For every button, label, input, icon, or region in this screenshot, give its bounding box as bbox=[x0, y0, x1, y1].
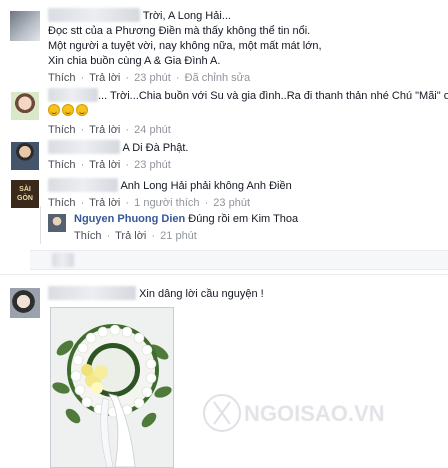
comment-text: Xin dâng lời cầu nguyện ! bbox=[139, 288, 264, 300]
timestamp[interactable]: 21 phút bbox=[160, 230, 197, 242]
reply-link[interactable]: Trả lời bbox=[115, 230, 146, 242]
divider bbox=[0, 274, 448, 275]
reply-link[interactable]: Trả lời bbox=[89, 124, 120, 136]
blurred-commenter-name[interactable] bbox=[48, 178, 118, 192]
comment-text: Trời...Chia buồn với Su và gia đình..Ra … bbox=[110, 90, 448, 102]
avatar[interactable] bbox=[10, 288, 40, 318]
comment-line: Đọc stt của a Phương Điền mà thấy không … bbox=[48, 25, 311, 37]
comment-actions: Thích · Trả lời · 23 phút bbox=[48, 159, 171, 171]
blurred-commenter-name[interactable] bbox=[48, 88, 98, 102]
avatar[interactable] bbox=[11, 92, 39, 120]
comment-actions: Thích · Trả lời · 21 phút bbox=[74, 230, 197, 242]
like-link[interactable]: Thích bbox=[48, 72, 76, 84]
reply-composer[interactable] bbox=[30, 250, 448, 270]
blurred-commenter-name[interactable] bbox=[48, 8, 140, 22]
comment-actions: Thích · Trả lời · 24 phút bbox=[48, 124, 171, 136]
ngoisao-watermark-logo: NGOISAO.VN bbox=[203, 394, 385, 432]
reply-link[interactable]: Trả lời bbox=[89, 197, 120, 209]
comment-line: Trời, A Long Hải... bbox=[142, 10, 231, 22]
avatar[interactable] bbox=[48, 214, 66, 232]
comment-text: Anh Long Hải phải không Anh Điền bbox=[120, 180, 292, 192]
wreath-image bbox=[51, 308, 173, 467]
laughing-emoji-icon bbox=[48, 104, 60, 116]
avatar-text: SÀI GÒN bbox=[17, 186, 33, 202]
emoji-row bbox=[48, 104, 440, 119]
comment-1: Trời, A Long Hải... Đọc stt của a Phương… bbox=[0, 8, 448, 92]
blurred-commenter-name[interactable] bbox=[48, 286, 136, 300]
watermark-text: NGOISAO.VN bbox=[244, 401, 385, 426]
like-count[interactable]: 1 người thích bbox=[134, 197, 199, 209]
like-link[interactable]: Thích bbox=[74, 230, 102, 242]
edited-label[interactable]: Đã chỉnh sửa bbox=[185, 72, 250, 84]
comment-3: A Di Đà Phật. Thích · Trả lời · 23 phút bbox=[0, 140, 448, 176]
like-link[interactable]: Thích bbox=[48, 159, 76, 171]
blurred-commenter-name[interactable] bbox=[48, 140, 120, 154]
comment-actions: Thích · Trả lời · 1 người thích · 23 phú… bbox=[48, 197, 250, 209]
reply-link[interactable]: Trả lời bbox=[89, 72, 120, 84]
like-link[interactable]: Thích bbox=[48, 124, 76, 136]
blurred-composer-avatar bbox=[52, 253, 74, 267]
timestamp[interactable]: 23 phút bbox=[134, 72, 171, 84]
comment-actions: Thích · Trả lời · 23 phút · Đã chỉnh sửa bbox=[48, 72, 251, 84]
funeral-wreath-photo[interactable] bbox=[50, 307, 174, 468]
comment-2: ... Trời...Chia buồn với Su và gia đình.… bbox=[0, 88, 448, 138]
reply-link[interactable]: Trả lời bbox=[89, 159, 120, 171]
timestamp[interactable]: 23 phút bbox=[213, 197, 250, 209]
laughing-emoji-icon bbox=[62, 104, 74, 116]
reply-comment: Nguyen Phuong Dien Đúng rồi em Kim Thoa … bbox=[0, 212, 448, 242]
commenter-name[interactable]: Nguyen Phuong Dien bbox=[74, 213, 185, 225]
laughing-emoji-icon bbox=[76, 104, 88, 116]
comment-text: Đúng rồi em Kim Thoa bbox=[188, 213, 299, 225]
avatar[interactable]: SÀI GÒN bbox=[11, 180, 39, 208]
timestamp[interactable]: 24 phút bbox=[134, 124, 171, 136]
comment-line: Xin chia buồn cùng A & Gia Đình A. bbox=[48, 55, 221, 67]
avatar[interactable] bbox=[11, 142, 39, 170]
like-link[interactable]: Thích bbox=[48, 197, 76, 209]
comment-4: SÀI GÒN Anh Long Hải phải không Anh Điền… bbox=[0, 178, 448, 214]
comment-line: Một người a tuyệt vời, nay không nữa, mộ… bbox=[48, 40, 322, 52]
comment-text: A Di Đà Phật. bbox=[122, 142, 189, 154]
timestamp[interactable]: 23 phút bbox=[134, 159, 171, 171]
name-ellipsis: ... bbox=[98, 90, 108, 102]
avatar[interactable] bbox=[10, 11, 40, 41]
